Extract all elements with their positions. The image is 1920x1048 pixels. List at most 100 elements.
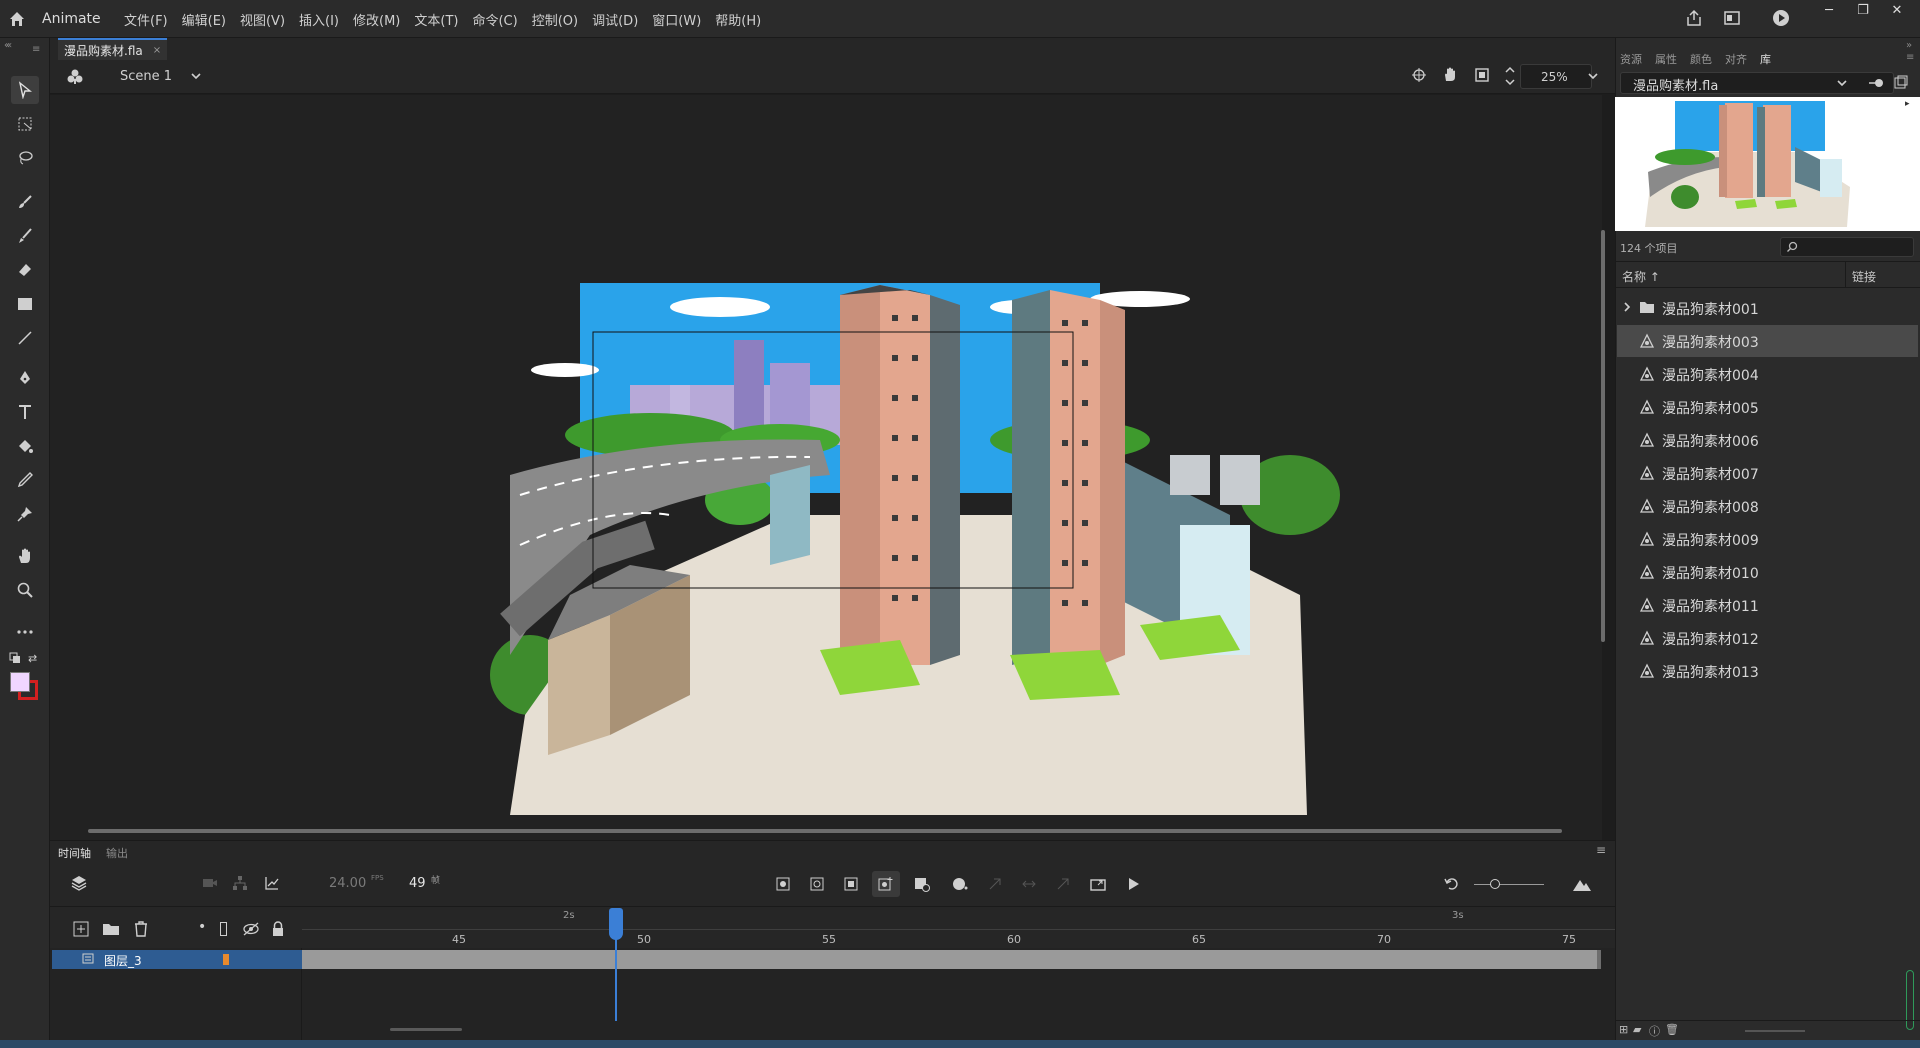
menu-window[interactable]: 窗口(W) bbox=[652, 10, 701, 29]
hide-layers-icon[interactable] bbox=[242, 922, 260, 936]
frame-ruler[interactable] bbox=[302, 929, 1615, 949]
current-frame[interactable]: 49 bbox=[409, 876, 426, 891]
tab-align[interactable]: 对齐 bbox=[1725, 51, 1747, 67]
insert-keyframe-icon[interactable] bbox=[776, 877, 790, 891]
play-icon[interactable] bbox=[1126, 877, 1140, 891]
zoom-dropdown-icon[interactable] bbox=[1587, 70, 1599, 82]
tab-library[interactable]: 库 bbox=[1760, 51, 1771, 67]
library-document-select[interactable]: 漫品购素材.fla bbox=[1620, 72, 1894, 94]
snap-icon[interactable] bbox=[1411, 67, 1427, 83]
chevron-right-icon[interactable] bbox=[1622, 300, 1632, 314]
tab-timeline[interactable]: 时间轴 bbox=[58, 845, 91, 861]
selection-tool-icon[interactable] bbox=[11, 76, 39, 104]
test-movie-icon[interactable] bbox=[1772, 9, 1790, 27]
vertical-scrollbar[interactable] bbox=[1601, 230, 1605, 642]
new-library-panel-icon[interactable] bbox=[1894, 75, 1908, 89]
menu-debug[interactable]: 调试(D) bbox=[592, 10, 638, 29]
library-search-input[interactable] bbox=[1780, 237, 1914, 257]
outline-toggle-icon[interactable] bbox=[220, 922, 227, 936]
clip-canvas-icon[interactable] bbox=[1474, 67, 1490, 83]
pen-tool-icon[interactable] bbox=[11, 364, 39, 392]
new-layer-icon[interactable] bbox=[73, 921, 89, 937]
menu-control[interactable]: 控制(O) bbox=[532, 10, 578, 29]
pin-tool-icon[interactable] bbox=[11, 500, 39, 528]
free-transform-tool-icon[interactable] bbox=[11, 110, 39, 138]
menu-insert[interactable]: 插入(I) bbox=[299, 10, 339, 29]
library-item[interactable]: 漫品狗素材010 bbox=[1617, 556, 1918, 588]
home-icon[interactable] bbox=[8, 10, 26, 28]
panel-menu-icon[interactable]: ≡ bbox=[32, 44, 40, 55]
auto-keyframe-button[interactable] bbox=[872, 871, 900, 897]
chevron-down-icon[interactable] bbox=[190, 70, 202, 82]
paint-bucket-tool-icon[interactable] bbox=[11, 432, 39, 460]
menu-commands[interactable]: 命令(C) bbox=[472, 10, 517, 29]
library-item[interactable]: 漫品狗素材012 bbox=[1617, 622, 1918, 654]
loop-export-icon[interactable] bbox=[1090, 876, 1108, 892]
undo-zoom-icon[interactable] bbox=[1444, 876, 1460, 892]
library-item[interactable]: 漫品狗素材013 bbox=[1617, 655, 1918, 687]
chevron-down-icon[interactable] bbox=[1836, 77, 1848, 89]
menu-view[interactable]: 视图(V) bbox=[240, 10, 285, 29]
layers-icon[interactable] bbox=[70, 874, 88, 892]
library-item[interactable]: 漫品狗素材004 bbox=[1617, 358, 1918, 390]
close-icon[interactable]: ✕ bbox=[1880, 0, 1914, 20]
preview-play-icon[interactable]: ▸ bbox=[1905, 99, 1910, 109]
delete-library-icon[interactable]: 🗑 bbox=[1665, 1023, 1679, 1036]
new-symbol-icon[interactable]: ⊞ bbox=[1619, 1023, 1628, 1036]
library-item[interactable]: 漫品狗素材009 bbox=[1617, 523, 1918, 555]
delete-layer-icon[interactable] bbox=[133, 920, 149, 938]
fps-value[interactable]: 24.00 bbox=[329, 876, 366, 891]
library-item[interactable]: 漫品狗素材003 bbox=[1617, 325, 1918, 357]
layer-name[interactable]: 图层_3 bbox=[104, 952, 142, 969]
pin-library-icon[interactable] bbox=[1868, 77, 1886, 89]
menu-help[interactable]: 帮助(H) bbox=[715, 10, 761, 29]
layer-row[interactable]: 图层_3 bbox=[52, 950, 302, 969]
line-tool-icon[interactable] bbox=[11, 324, 39, 352]
restore-icon[interactable]: ❐ bbox=[1846, 0, 1880, 20]
stage-artwork[interactable] bbox=[50, 95, 1602, 840]
library-item[interactable]: 漫品狗素材007 bbox=[1617, 457, 1918, 489]
eyedropper-tool-icon[interactable] bbox=[11, 466, 39, 494]
column-linkage[interactable]: 链接 bbox=[1852, 268, 1876, 285]
zoom-slider-track[interactable] bbox=[1474, 884, 1544, 885]
expand-panel-icon[interactable]: » bbox=[1906, 40, 1912, 51]
tab-assets[interactable]: 资源 bbox=[1620, 51, 1642, 67]
column-divider[interactable] bbox=[1845, 262, 1846, 288]
paint-brush-tool-icon[interactable] bbox=[11, 188, 39, 216]
hand-tool-icon[interactable] bbox=[11, 542, 39, 570]
new-folder-icon[interactable] bbox=[102, 921, 120, 937]
column-name[interactable]: 名称 ↑ bbox=[1622, 268, 1660, 285]
rectangle-tool-icon[interactable] bbox=[11, 290, 39, 318]
library-item[interactable]: 漫品狗素材008 bbox=[1617, 490, 1918, 522]
publish-icon[interactable] bbox=[1685, 9, 1703, 27]
lock-layers-icon[interactable] bbox=[271, 921, 285, 937]
screen-mode-icon[interactable] bbox=[1723, 9, 1741, 27]
layers-scrollbar[interactable] bbox=[390, 1028, 462, 1031]
tab-color[interactable]: 颜色 bbox=[1690, 51, 1712, 67]
timeline-menu-icon[interactable]: ≡ bbox=[1596, 843, 1606, 857]
horizontal-scrollbar[interactable] bbox=[88, 829, 1562, 833]
library-item[interactable]: 漫品狗素材006 bbox=[1617, 424, 1918, 456]
menu-edit[interactable]: 编辑(E) bbox=[182, 10, 226, 29]
zoom-slider-thumb[interactable] bbox=[1490, 879, 1500, 889]
fit-stage-icon[interactable] bbox=[1504, 64, 1516, 88]
zoom-input[interactable]: 25% bbox=[1520, 64, 1592, 89]
pasteboard[interactable] bbox=[50, 95, 1602, 840]
properties-icon[interactable]: ⓘ bbox=[1649, 1023, 1660, 1039]
scene-select[interactable]: Scene 1 bbox=[120, 69, 172, 84]
document-tab[interactable]: 漫品购素材.fla × bbox=[58, 38, 168, 60]
graph-icon[interactable] bbox=[264, 875, 280, 891]
library-hscroll[interactable] bbox=[1745, 1030, 1805, 1032]
tab-output[interactable]: 输出 bbox=[106, 845, 128, 861]
insert-blank-keyframe-icon[interactable] bbox=[810, 877, 824, 891]
text-tool-icon[interactable] bbox=[11, 398, 39, 426]
menu-file[interactable]: 文件(F) bbox=[124, 10, 168, 29]
frame-span[interactable] bbox=[302, 950, 1597, 969]
mountains-icon[interactable] bbox=[1572, 876, 1592, 892]
tween-icon[interactable] bbox=[952, 877, 970, 891]
library-item[interactable]: 漫品狗素材005 bbox=[1617, 391, 1918, 423]
eraser-tool-icon[interactable] bbox=[11, 256, 39, 284]
default-colors-icon[interactable] bbox=[9, 652, 21, 664]
rotate-stage-icon[interactable] bbox=[1442, 67, 1460, 83]
menu-text[interactable]: 文本(T) bbox=[414, 10, 458, 29]
